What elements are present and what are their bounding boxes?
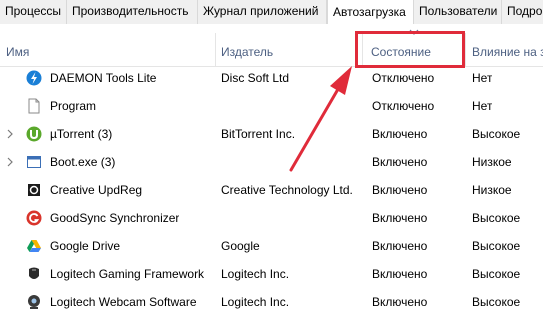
row-status: Включено <box>372 183 428 197</box>
row-impact: Низкое <box>472 155 512 169</box>
chevron-right-icon[interactable] <box>6 129 14 139</box>
table-row[interactable]: Program Отключено Нет <box>0 92 543 120</box>
utorrent-icon <box>26 126 42 142</box>
row-status: Отключено <box>372 71 435 85</box>
row-status: Включено <box>372 267 428 281</box>
table-row[interactable]: GoodSync Synchronizer Включено Высокое <box>0 204 543 232</box>
row-impact: Высокое <box>472 295 521 309</box>
column-header-publisher[interactable]: Издатель <box>221 45 273 59</box>
app-window-icon <box>27 156 41 168</box>
table-row[interactable]: Google Drive Google Включено Высокое <box>0 232 543 260</box>
row-publisher: Logitech Inc. <box>221 267 290 281</box>
tab-label: Пользователи <box>419 4 498 18</box>
row-impact: Высокое <box>472 127 521 141</box>
row-impact: Нет <box>472 71 493 85</box>
row-status: Включено <box>372 295 428 309</box>
row-publisher: Logitech Inc. <box>221 295 290 309</box>
row-impact: Низкое <box>472 183 512 197</box>
row-name: Logitech Webcam Software <box>50 295 197 309</box>
goodsync-icon <box>26 210 42 226</box>
blank-file-icon <box>28 98 40 114</box>
table-row[interactable]: µTorrent (3) BitTorrent Inc. Включено Вы… <box>0 120 543 148</box>
column-divider[interactable] <box>465 33 466 67</box>
status-column-highlight <box>355 31 465 68</box>
row-status: Включено <box>372 127 428 141</box>
tab-details[interactable]: Подро <box>502 0 543 24</box>
tab-processes[interactable]: Процессы <box>0 0 67 24</box>
tab-bar: Процессы Производительность Журнал прило… <box>0 0 543 24</box>
logitech-gaming-icon <box>29 267 39 279</box>
row-publisher: Google <box>221 239 260 253</box>
row-publisher: Disc Soft Ltd <box>221 71 290 85</box>
column-header-impact[interactable]: Влияние на з <box>472 45 543 59</box>
row-name: Google Drive <box>50 239 121 253</box>
tab-users[interactable]: Пользователи <box>414 0 502 24</box>
row-status: Включено <box>372 155 428 169</box>
tab-label: Процессы <box>5 4 62 18</box>
table-row[interactable]: Logitech Webcam Software Logitech Inc. В… <box>0 288 543 316</box>
row-status: Отключено <box>372 99 435 113</box>
row-name: Logitech Gaming Framework <box>50 267 205 281</box>
table-row[interactable]: Boot.exe (3) Включено Низкое <box>0 148 543 176</box>
row-name: Boot.exe (3) <box>50 155 116 169</box>
tab-startup[interactable]: Автозагрузка <box>327 0 414 24</box>
row-name: Creative UpdReg <box>50 183 143 197</box>
column-header-name[interactable]: Имя <box>6 45 29 59</box>
row-name: GoodSync Synchronizer <box>50 211 180 225</box>
row-name: µTorrent (3) <box>50 127 113 141</box>
logitech-webcam-icon <box>28 295 40 309</box>
row-name: DAEMON Tools Lite <box>50 71 157 85</box>
table-row[interactable]: DAEMON Tools Lite Disc Soft Ltd Отключен… <box>0 64 543 92</box>
row-impact: Высокое <box>472 239 521 253</box>
tab-performance[interactable]: Производительность <box>67 0 198 24</box>
tab-label: Автозагрузка <box>333 5 406 19</box>
creative-icon <box>28 184 40 196</box>
row-status: Включено <box>372 211 428 225</box>
row-impact: Высокое <box>472 211 521 225</box>
row-impact: Нет <box>472 99 493 113</box>
tab-app-history[interactable]: Журнал приложений <box>198 0 327 24</box>
tab-label: Подро <box>507 4 543 18</box>
row-publisher: BitTorrent Inc. <box>221 127 296 141</box>
column-divider[interactable] <box>215 33 216 67</box>
row-publisher: Creative Technology Ltd. <box>221 183 353 197</box>
chevron-right-icon[interactable] <box>6 157 14 167</box>
row-status: Включено <box>372 239 428 253</box>
tab-label: Производительность <box>72 4 189 18</box>
tab-label: Журнал приложений <box>203 4 319 18</box>
google-drive-icon <box>27 240 41 252</box>
daemon-tools-icon <box>26 70 42 86</box>
row-impact: Высокое <box>472 267 521 281</box>
table-row[interactable]: Logitech Gaming Framework Logitech Inc. … <box>0 260 543 288</box>
table-row[interactable]: Creative UpdReg Creative Technology Ltd.… <box>0 176 543 204</box>
row-name: Program <box>50 99 97 113</box>
